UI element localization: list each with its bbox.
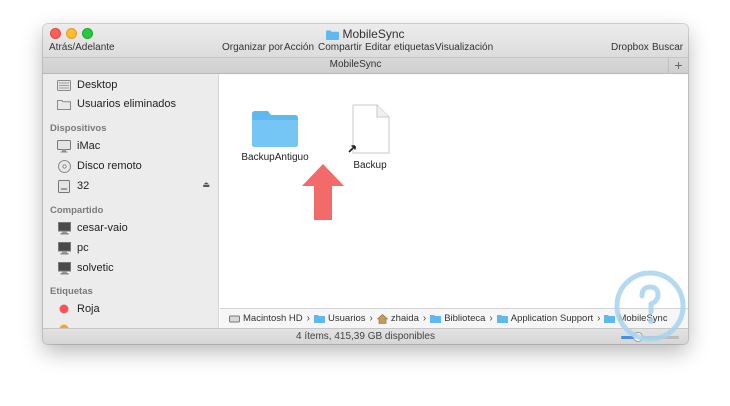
- window-title: MobileSync: [43, 27, 688, 43]
- drive-icon: [56, 178, 72, 194]
- status-bar: 4 ítems, 415,39 GB disponibles: [43, 328, 688, 344]
- path-separator: ›: [306, 313, 311, 324]
- path-crumb-zhaida[interactable]: zhaida: [376, 313, 419, 324]
- sidebar-item-label: Desktop: [77, 79, 118, 91]
- back-forward-button[interactable]: Atrás/Adelante: [49, 42, 115, 53]
- view-button[interactable]: Visualización: [435, 42, 493, 53]
- hard-drive-icon: [229, 314, 240, 324]
- network-computer-icon: [56, 240, 72, 256]
- folder-icon: [496, 314, 508, 324]
- devices-header: Dispositivos: [50, 123, 107, 134]
- desktop-icon: [56, 77, 72, 93]
- folder-icon: [252, 111, 298, 147]
- arrange-by-button[interactable]: Organizar por: [222, 42, 283, 53]
- edit-tags-button[interactable]: Editar etiquetas: [365, 42, 435, 53]
- sidebar-item-cesar-vaio[interactable]: cesar-vaio: [56, 219, 128, 237]
- file-item-backup[interactable]: Backup: [335, 104, 405, 171]
- path-separator: ›: [369, 313, 373, 324]
- orange-tag-icon: [56, 321, 72, 328]
- tab-mobilesync[interactable]: MobileSync: [43, 59, 668, 70]
- watermark-logo: [614, 270, 686, 342]
- sidebar-item-disco-remoto[interactable]: Disco remoto: [56, 157, 142, 175]
- path-crumb-macintosh-hd[interactable]: Macintosh HD: [229, 313, 303, 324]
- sidebar-item-label: 32: [77, 180, 90, 192]
- file-label: BackupAntiguo: [241, 152, 309, 163]
- sidebar-item-label: cesar-vaio: [77, 222, 128, 234]
- sidebar-item-imac[interactable]: iMac: [56, 137, 100, 155]
- shared-header: Compartido: [50, 205, 104, 216]
- path-crumb-biblioteca[interactable]: Biblioteca: [430, 313, 485, 324]
- sidebar-item-solvetic[interactable]: solvetic: [56, 259, 114, 277]
- sidebar-item-label: Usuarios eliminados: [77, 98, 177, 110]
- sidebar-item-usuarios-eliminados[interactable]: Usuarios eliminados: [56, 95, 176, 113]
- sidebar-item-label: iMac: [77, 140, 101, 152]
- annotation-arrow: [302, 164, 344, 220]
- network-computer-icon: [56, 220, 72, 236]
- sidebar-item-label: pc: [77, 242, 89, 254]
- sidebar-item-pc[interactable]: pc: [56, 239, 89, 257]
- alias-document-icon: [348, 104, 390, 154]
- sidebar-item-label: solvetic: [77, 262, 114, 274]
- red-tag-icon: [56, 301, 72, 317]
- sidebar-item-tag-partial[interactable]: [56, 320, 77, 328]
- path-separator: ›: [489, 313, 493, 324]
- action-button[interactable]: Acción: [284, 42, 314, 53]
- sidebar-item-label: Disco remoto: [77, 160, 142, 172]
- sidebar-item-label: Roja: [77, 303, 100, 315]
- dropbox-button[interactable]: Dropbox: [611, 42, 649, 53]
- path-crumb-application-support[interactable]: Application Support: [496, 313, 593, 324]
- sidebar-item-32[interactable]: 32: [56, 177, 89, 195]
- tab-bar: MobileSync +: [43, 57, 688, 74]
- folder-icon: [314, 314, 326, 324]
- eject-icon[interactable]: ⏏: [202, 180, 210, 189]
- status-text: 4 ítems, 415,39 GB disponibles: [296, 331, 435, 342]
- sidebar: Desktop Usuarios eliminados Dispositivos…: [43, 74, 219, 328]
- disc-icon: [56, 158, 72, 174]
- computer-icon: [56, 138, 72, 154]
- home-icon: [376, 313, 388, 324]
- path-crumb-usuarios[interactable]: Usuarios: [314, 313, 366, 324]
- title-bar: MobileSync Atrás/Adelante Organizar por …: [43, 24, 688, 57]
- folder-item-backupantiguo[interactable]: BackupAntiguo: [240, 110, 310, 163]
- search-button[interactable]: Buscar: [652, 42, 683, 53]
- new-tab-button[interactable]: +: [668, 57, 688, 74]
- tags-header: Etiquetas: [50, 286, 93, 297]
- folder-icon: [326, 29, 340, 43]
- folder-icon: [430, 314, 442, 324]
- window-title-text: MobileSync: [342, 27, 405, 41]
- folder-icon: [56, 96, 72, 112]
- share-button[interactable]: Compartir: [318, 42, 362, 53]
- sidebar-item-desktop[interactable]: Desktop: [56, 76, 117, 94]
- path-separator: ›: [422, 313, 427, 324]
- sidebar-item-tag-roja[interactable]: Roja: [56, 300, 100, 318]
- finder-window: MobileSync Atrás/Adelante Organizar por …: [43, 24, 688, 344]
- network-computer-icon: [56, 260, 72, 276]
- path-separator: ›: [597, 313, 601, 324]
- file-label: Backup: [353, 160, 387, 171]
